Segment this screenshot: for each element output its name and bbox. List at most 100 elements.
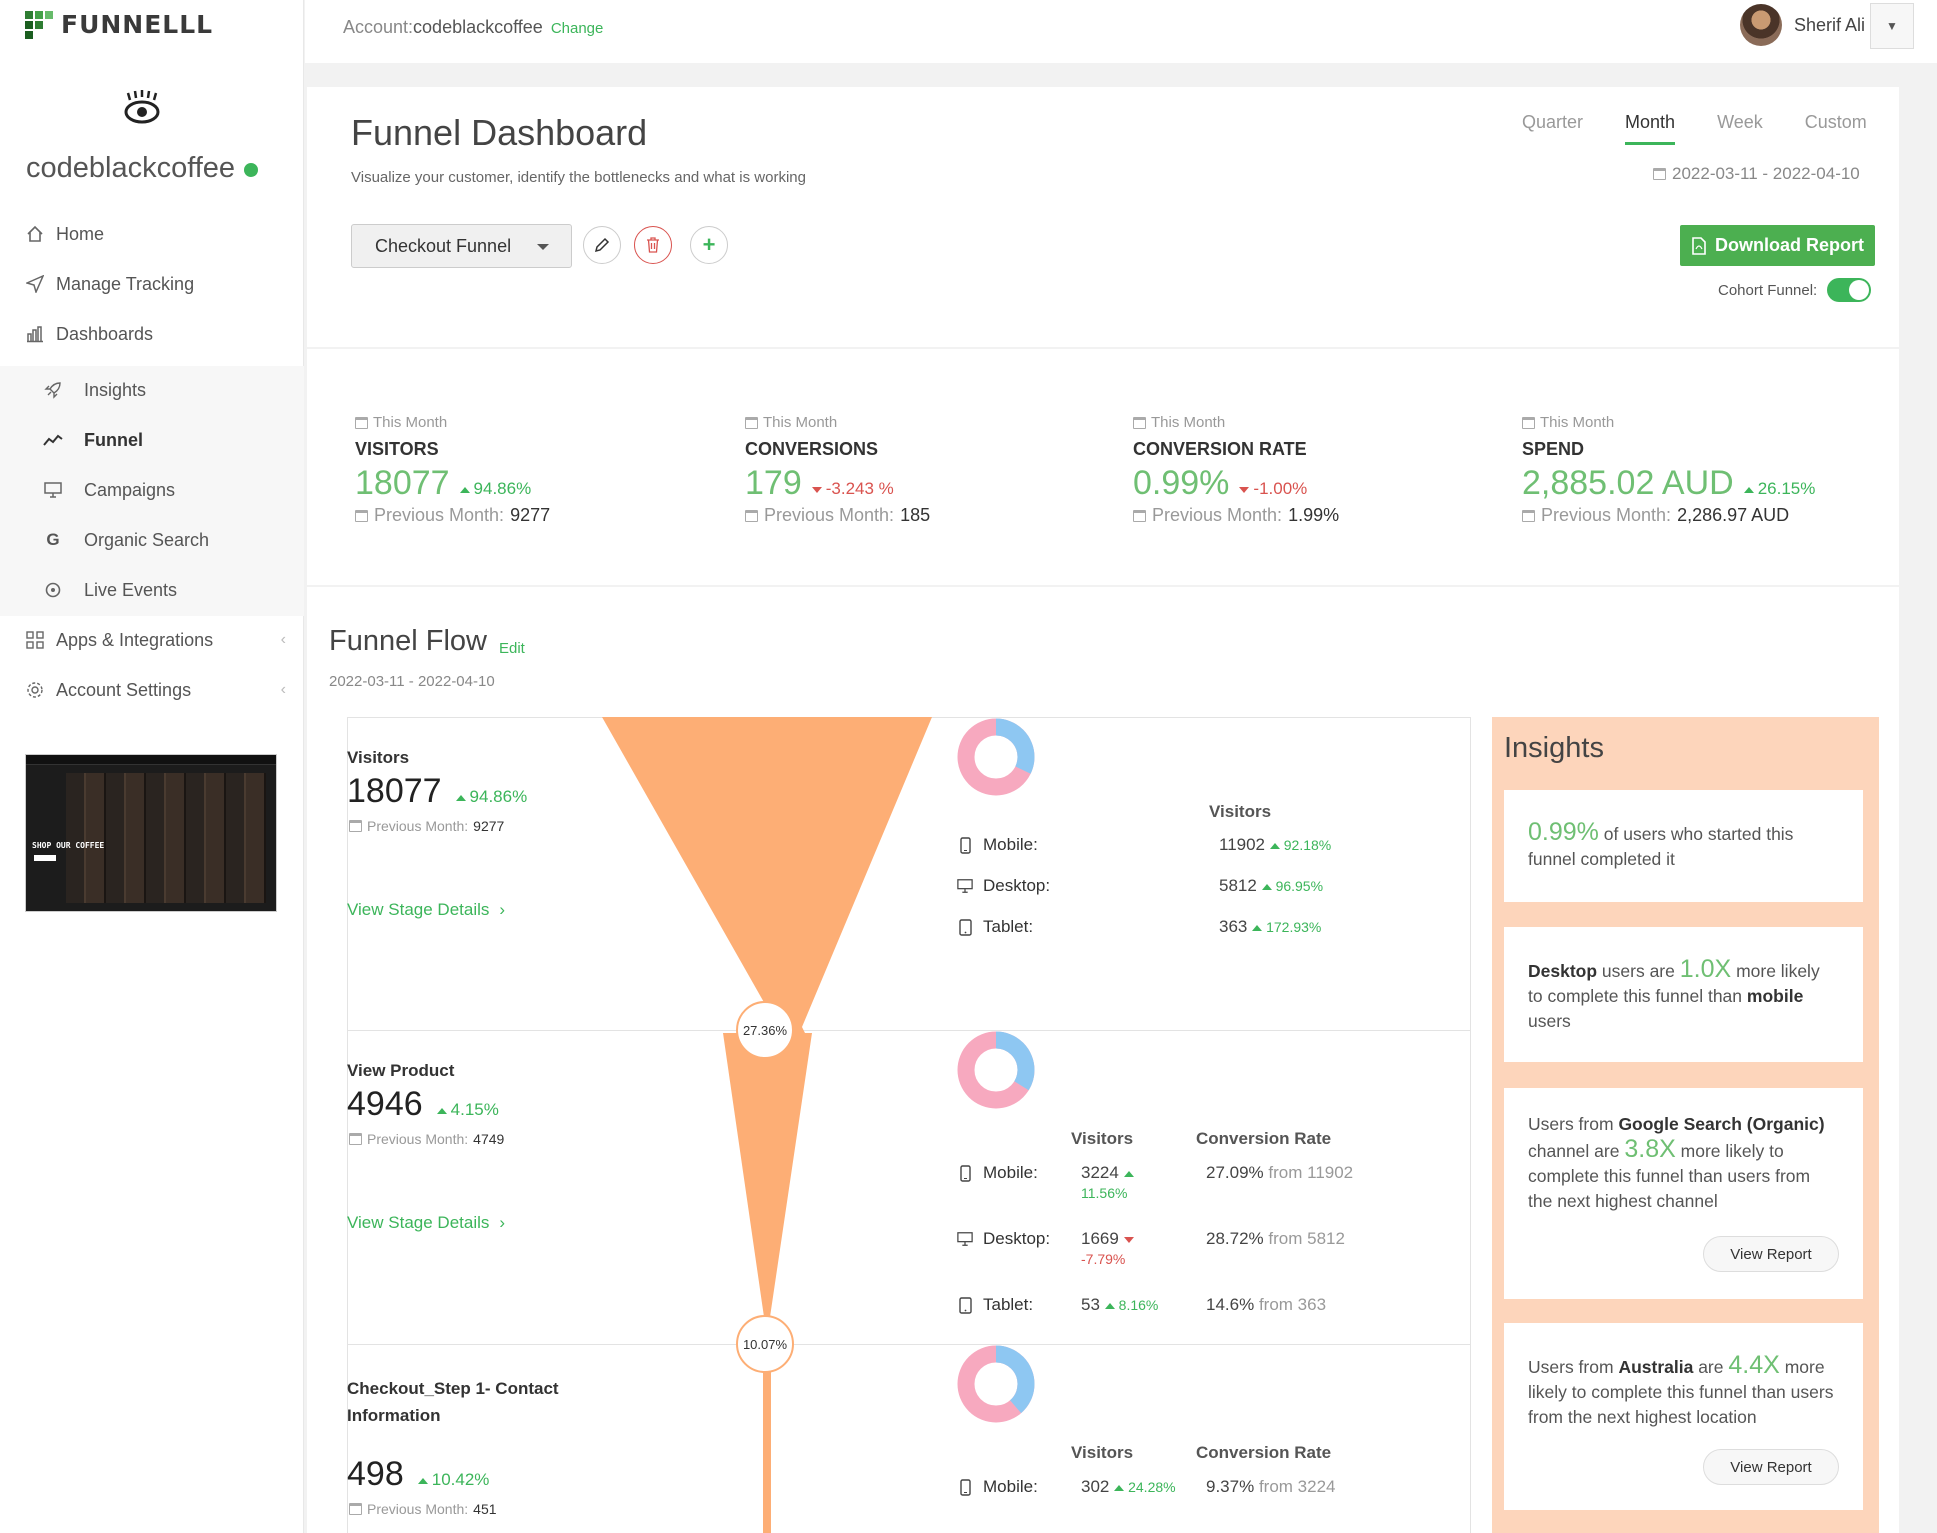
stat-name: SPEND <box>1522 439 1585 459</box>
sidebar-item-live-events[interactable]: Live Events <box>0 565 304 615</box>
gear-icon <box>24 679 46 701</box>
arrow-up-icon <box>1269 843 1280 850</box>
device-visitors: 302 24.28% <box>1081 1477 1177 1497</box>
sidebar-item-organic-search[interactable]: G Organic Search <box>0 515 304 565</box>
sidebar-item-account-settings[interactable]: Account Settings ‹ <box>0 665 304 715</box>
monitor-icon <box>42 479 64 501</box>
device-cr-from: from 11902 <box>1268 1163 1354 1182</box>
stat-previous-label: Previous Month: <box>1541 505 1672 525</box>
insight-text: channel are <box>1528 1141 1620 1161</box>
sidebar-item-home[interactable]: Home <box>0 209 304 259</box>
device-cr-value: 9.37% <box>1206 1477 1255 1496</box>
visitors-column-header: Visitors <box>1071 1129 1134 1148</box>
user-menu[interactable]: Sherif Ali <box>1739 4 1865 46</box>
cohort-toggle[interactable] <box>1827 278 1872 302</box>
google-icon: G <box>46 530 60 549</box>
view-report-button[interactable]: View Report <box>1703 1236 1839 1272</box>
sidebar-item-label: Manage Tracking <box>56 273 195 294</box>
stage-change: 10.42% <box>417 1470 489 1490</box>
stage-value: 498 <box>347 1455 404 1493</box>
insight-bold: Australia <box>1618 1357 1694 1377</box>
step-conversion-badge: 27.36% <box>736 1001 794 1059</box>
view-stage-details-link[interactable]: View Stage Details › <box>347 900 505 920</box>
funnel-stage-2-shape <box>723 1033 812 1317</box>
stat-change: -3.243 % <box>811 479 894 499</box>
device-visitors: 363 172.93% <box>1219 917 1321 937</box>
desktop-icon <box>957 1231 973 1247</box>
chevron-right-icon: › <box>499 900 506 919</box>
sidebar-item-label: Organic Search <box>84 529 210 550</box>
grid-icon <box>24 629 46 651</box>
user-dropdown-button[interactable]: ▼ <box>1870 3 1914 49</box>
device-donut-chart <box>956 717 1036 797</box>
calendar-icon <box>349 1503 362 1515</box>
arrow-up-icon <box>1123 1171 1134 1178</box>
tablet-icon <box>957 1296 973 1314</box>
stat-change-value: 94.86% <box>473 479 532 498</box>
calendar-icon <box>745 416 758 429</box>
calendar-icon <box>1522 416 1535 429</box>
cohort-label: Cohort Funnel: <box>1718 281 1818 299</box>
stat-period: This Month <box>745 414 1085 431</box>
sidebar-item-apps-integrations[interactable]: Apps & Integrations ‹ <box>0 615 304 665</box>
device-change-value: 8.16% <box>1118 1297 1159 1313</box>
device-row-tablet: Tablet: <box>957 1295 1033 1315</box>
website-thumbnail[interactable]: SHOP OUR COFFEE <box>25 754 277 912</box>
bar-chart-icon <box>24 323 46 345</box>
insight-text: users <box>1528 1011 1571 1031</box>
device-visitors-value: 11902 <box>1219 835 1266 854</box>
date-range-picker[interactable]: 2022-03-11 - 2022-04-10 <box>1653 164 1860 184</box>
chevron-right-icon: › <box>499 1213 506 1232</box>
sidebar-item-label: Funnel <box>84 429 143 450</box>
phone-icon <box>957 1164 973 1182</box>
stat-previous-value: 1.99% <box>1288 505 1340 525</box>
tab-quarter[interactable]: Quarter <box>1522 112 1583 145</box>
sidebar-item-funnel[interactable]: Funnel <box>0 415 304 465</box>
funnel-select[interactable]: Checkout Funnel <box>351 224 572 268</box>
insights-title: Insights <box>1504 732 1604 764</box>
stage-previous-label: Previous Month: <box>367 1501 469 1517</box>
pencil-icon <box>594 237 610 253</box>
insight-card: Desktop users are 1.0X more likely to co… <box>1504 927 1863 1062</box>
brand-name: codeblackcoffee <box>26 152 236 184</box>
stage-previous-value: 451 <box>473 1501 497 1517</box>
calendar-icon <box>745 509 758 522</box>
tab-custom[interactable]: Custom <box>1805 112 1867 145</box>
device-visitors: 5812 96.95% <box>1219 876 1323 896</box>
stat-value: 2,885.02 AUD <box>1522 464 1734 502</box>
device-label: Desktop: <box>983 876 1051 895</box>
sidebar-item-label: Account Settings <box>56 679 192 700</box>
stat-period: This Month <box>355 414 695 431</box>
stat-card: This Month SPEND 2,885.02 AUD 26.15% Previou… <box>1522 414 1862 526</box>
sidebar-item-campaigns[interactable]: Campaigns <box>0 465 304 515</box>
delete-funnel-button[interactable] <box>634 226 672 264</box>
view-report-button[interactable]: View Report <box>1703 1449 1839 1485</box>
stage-previous: Previous Month: 9277 <box>349 818 504 834</box>
sidebar-item-manage-tracking[interactable]: Manage Tracking <box>0 259 304 309</box>
funnel-shape <box>602 717 932 1533</box>
stage-value: 18077 <box>347 772 442 810</box>
caret-down-icon: ▼ <box>1886 19 1898 33</box>
edit-funnel-button[interactable] <box>583 226 621 264</box>
stat-value: 0.99% <box>1133 464 1230 502</box>
home-icon <box>24 223 46 245</box>
change-account-link[interactable]: Change <box>551 20 604 37</box>
view-stage-details-link[interactable]: View Stage Details › <box>347 1213 505 1233</box>
tab-month[interactable]: Month <box>1625 112 1676 145</box>
stat-change-value: 26.15% <box>1757 479 1816 498</box>
funnel-flow-edit-link[interactable]: Edit <box>499 640 525 657</box>
arrow-up-icon <box>1104 1303 1115 1310</box>
funnel-flow-title: Funnel Flow <box>329 625 487 657</box>
device-cr-from: from 363 <box>1258 1295 1327 1314</box>
sidebar-item-dashboards[interactable]: Dashboards <box>0 309 304 359</box>
sidebar-item-label: Home <box>56 223 105 244</box>
sidebar-item-insights[interactable]: Insights <box>0 365 304 415</box>
arrow-up-icon <box>436 1107 447 1114</box>
device-change-value: -7.79% <box>1081 1251 1126 1267</box>
app-logo[interactable]: FUNNELLL <box>25 10 213 39</box>
device-change-value: 96.95% <box>1275 878 1324 894</box>
tab-week[interactable]: Week <box>1717 112 1763 145</box>
add-funnel-button[interactable]: + <box>690 226 728 264</box>
download-report-button[interactable]: Download Report <box>1680 225 1875 266</box>
date-range-value: 2022-03-11 - 2022-04-10 <box>1672 164 1860 183</box>
